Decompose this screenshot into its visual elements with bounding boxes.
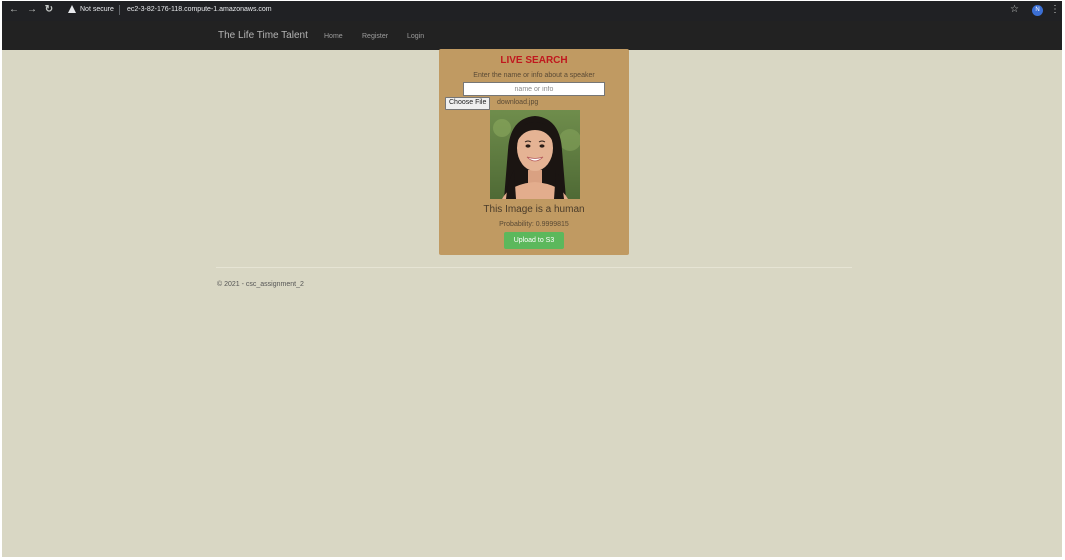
- address-separator: [119, 5, 120, 15]
- address-bar[interactable]: Not secure ec2-3-82-176-118.compute-1.am…: [62, 3, 1042, 18]
- live-search-panel: LIVE SEARCH Enter the name or info about…: [439, 49, 629, 255]
- reload-icon[interactable]: ↻: [43, 4, 55, 16]
- search-instruction: Enter the name or info about a speaker: [473, 72, 595, 79]
- footer-divider: [216, 267, 852, 268]
- forward-arrow-icon[interactable]: →: [26, 4, 38, 16]
- nav-link-login[interactable]: Login: [407, 32, 424, 41]
- upload-to-s3-button[interactable]: Upload to S3: [504, 232, 564, 249]
- warning-icon[interactable]: [68, 5, 76, 13]
- profile-avatar[interactable]: N: [1032, 5, 1043, 16]
- star-icon[interactable]: ☆: [1010, 4, 1019, 16]
- nav-link-register[interactable]: Register: [362, 32, 388, 41]
- site-navbar: The Life Time Talent Home Register Login: [2, 21, 1062, 50]
- back-arrow-icon[interactable]: ←: [8, 4, 20, 16]
- classification-result: This Image is a human: [483, 204, 585, 215]
- choose-file-button[interactable]: Choose File: [445, 97, 491, 110]
- url-text[interactable]: ec2-3-82-176-118.compute-1.amazonaws.com: [127, 5, 272, 15]
- security-label[interactable]: Not secure: [80, 5, 114, 15]
- brand-link[interactable]: The Life Time Talent: [218, 30, 308, 42]
- probability-text: Probability: 0.9999815: [499, 221, 569, 228]
- browser-window: ← → ↻ Not secure ec2-3-82-176-118.comput…: [2, 1, 1062, 557]
- nav-link-home[interactable]: Home: [324, 32, 343, 41]
- search-input[interactable]: [463, 82, 605, 96]
- selected-file-name: download.jpg: [497, 99, 539, 106]
- live-search-title: LIVE SEARCH: [500, 55, 568, 66]
- browser-toolbar: ← → ↻ Not secure ec2-3-82-176-118.comput…: [2, 1, 1062, 21]
- uploaded-photo: [490, 110, 580, 199]
- footer-text: © 2021 - csc_assignment_2: [217, 281, 304, 288]
- kebab-menu-icon[interactable]: ⋮: [1050, 4, 1060, 16]
